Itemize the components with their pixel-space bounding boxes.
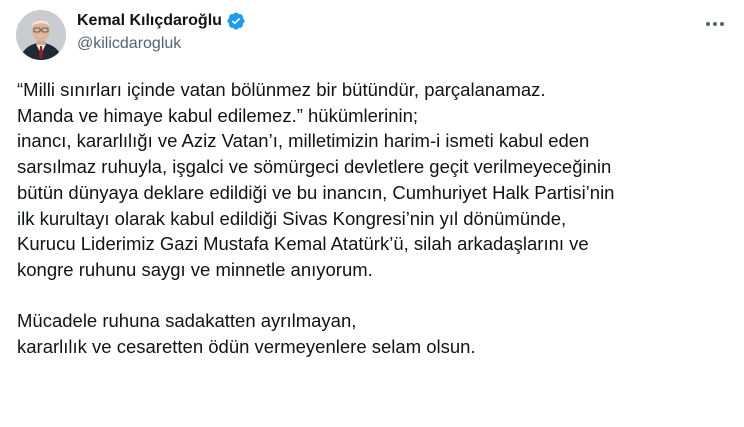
more-options-icon-dot [713, 22, 717, 26]
author-avatar[interactable] [16, 10, 66, 60]
tweet-text-line: Kurucu Liderimiz Gazi Mustafa Kemal Atat… [17, 233, 589, 255]
tweet-text-line: ilk kurultayı olarak kabul edildiği Siva… [17, 207, 567, 229]
author-display-name[interactable]: Kemal Kılıçdaroğlu [77, 10, 222, 32]
tweet-text: “Milli sınırları içinde vatan bölünmez b… [17, 77, 732, 360]
tweet-text-line: kongre ruhunu saygı ve minnetle anıyorum… [17, 258, 373, 280]
tweet-header: Kemal Kılıçdaroğlu @kilicdarogluk [77, 10, 246, 55]
name-row: Kemal Kılıçdaroğlu [77, 10, 246, 32]
tweet-text-line: inancı, kararlılığı ve Aziz Vatan’ı, mil… [17, 130, 590, 152]
tweet-text-line: “Milli sınırları içinde vatan bölünmez b… [17, 79, 546, 100]
tweet-text-line: Mücadele ruhuna sadakatten ayrılmayan, [17, 310, 357, 332]
tweet-text-line: sarsılmaz ruhuyla, işgalci ve sömürgeci … [17, 156, 612, 178]
more-options-icon [706, 22, 710, 26]
tweet: Kemal Kılıçdaroğlu @kilicdarogluk “Milli… [0, 0, 744, 427]
author-handle[interactable]: @kilicdarogluk [77, 33, 246, 55]
more-options-icon-dot [720, 22, 724, 26]
profile-photo [16, 10, 66, 60]
tweet-text-line: kararlılık ve cesaretten ödün vermeyenle… [17, 336, 476, 358]
verified-badge-icon [226, 11, 246, 31]
tweet-text-line: bütün dünyaya deklare edildiği ve bu ina… [17, 181, 615, 203]
more-options-button[interactable] [700, 12, 730, 36]
tweet-text-line: Manda ve himaye kabul edilemez.” hükümle… [17, 104, 419, 126]
